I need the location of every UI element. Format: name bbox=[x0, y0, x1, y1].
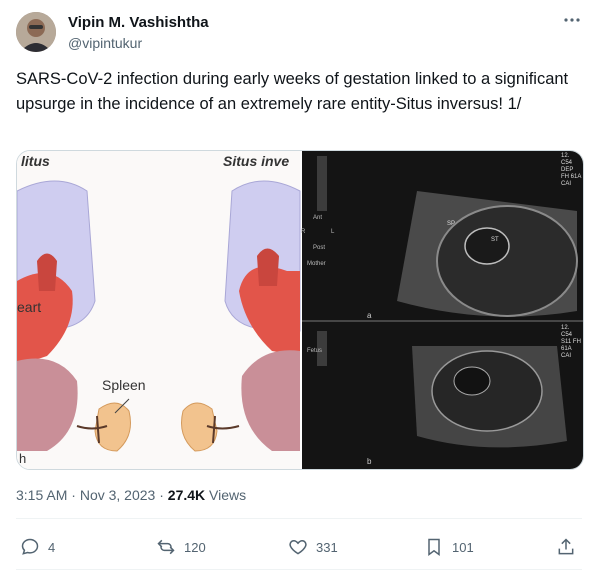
like-icon bbox=[289, 539, 307, 555]
us-l-label: L bbox=[331, 229, 335, 235]
us-mother-label: Mother bbox=[307, 261, 326, 267]
author-handle[interactable]: @vipintukur bbox=[68, 35, 142, 51]
us-panel-a-label: a bbox=[367, 311, 372, 320]
tweet-text: SARS-CoV-2 infection during early weeks … bbox=[16, 70, 569, 113]
like-button[interactable]: 331 bbox=[288, 530, 338, 564]
tweet-media[interactable]: litus Situs inve eart Spleen h Ant R L P… bbox=[16, 150, 584, 470]
divider bbox=[16, 518, 582, 519]
us-post-label: Post bbox=[313, 245, 326, 251]
views-count: 27.4K bbox=[167, 487, 206, 503]
us-fetus-label: Fetus bbox=[307, 348, 323, 354]
label-top-right: Situs inve bbox=[223, 153, 290, 169]
meta-separator: · bbox=[159, 487, 164, 503]
label-top-left: litus bbox=[21, 153, 50, 169]
us-corner-bottom: 12. C54 S11 FH 61A CAI bbox=[561, 325, 581, 359]
more-icon[interactable] bbox=[562, 10, 582, 30]
us-ant-label: Ant bbox=[313, 215, 323, 221]
media-image bbox=[17, 151, 583, 469]
avatar[interactable] bbox=[16, 12, 56, 52]
bookmark-button[interactable]: 101 bbox=[424, 530, 474, 564]
reply-button[interactable]: 4 bbox=[20, 530, 55, 564]
us-r-label: R bbox=[301, 229, 306, 235]
repost-button[interactable]: 120 bbox=[156, 530, 206, 564]
views-label: Views bbox=[209, 487, 247, 503]
share-button[interactable] bbox=[556, 530, 576, 564]
us-st-label: ST bbox=[491, 237, 499, 243]
us-panel-b-label: b bbox=[367, 457, 372, 466]
like-count: 331 bbox=[316, 539, 338, 555]
repost-count: 120 bbox=[184, 539, 206, 555]
tweet-date[interactable]: Nov 3, 2023 bbox=[80, 487, 156, 503]
bookmark-icon bbox=[428, 538, 440, 556]
us-sp-label: SP bbox=[447, 221, 456, 227]
tweet-meta: 3:15 AM · Nov 3, 2023 · 27.4K Views bbox=[16, 487, 246, 503]
label-spleen: Spleen bbox=[102, 377, 146, 393]
reply-icon bbox=[21, 538, 39, 555]
action-bar: 4 120 331 101 bbox=[16, 530, 582, 564]
author-name[interactable]: Vipin M. Vashishtha bbox=[68, 14, 209, 31]
label-heart: eart bbox=[17, 299, 42, 315]
tweet-time[interactable]: 3:15 AM bbox=[16, 487, 67, 503]
share-icon bbox=[558, 538, 574, 555]
reply-count: 4 bbox=[48, 539, 56, 555]
us-corner-top: 12. C54 DEP FH 61A CAI bbox=[561, 153, 582, 187]
meta-separator: · bbox=[71, 487, 76, 503]
bookmark-count: 101 bbox=[452, 539, 474, 555]
label-bottom: h bbox=[19, 451, 27, 466]
tweet: Vipin M. Vashishtha @vipintukur SARS-CoV… bbox=[0, 0, 598, 570]
repost-icon bbox=[157, 539, 175, 555]
